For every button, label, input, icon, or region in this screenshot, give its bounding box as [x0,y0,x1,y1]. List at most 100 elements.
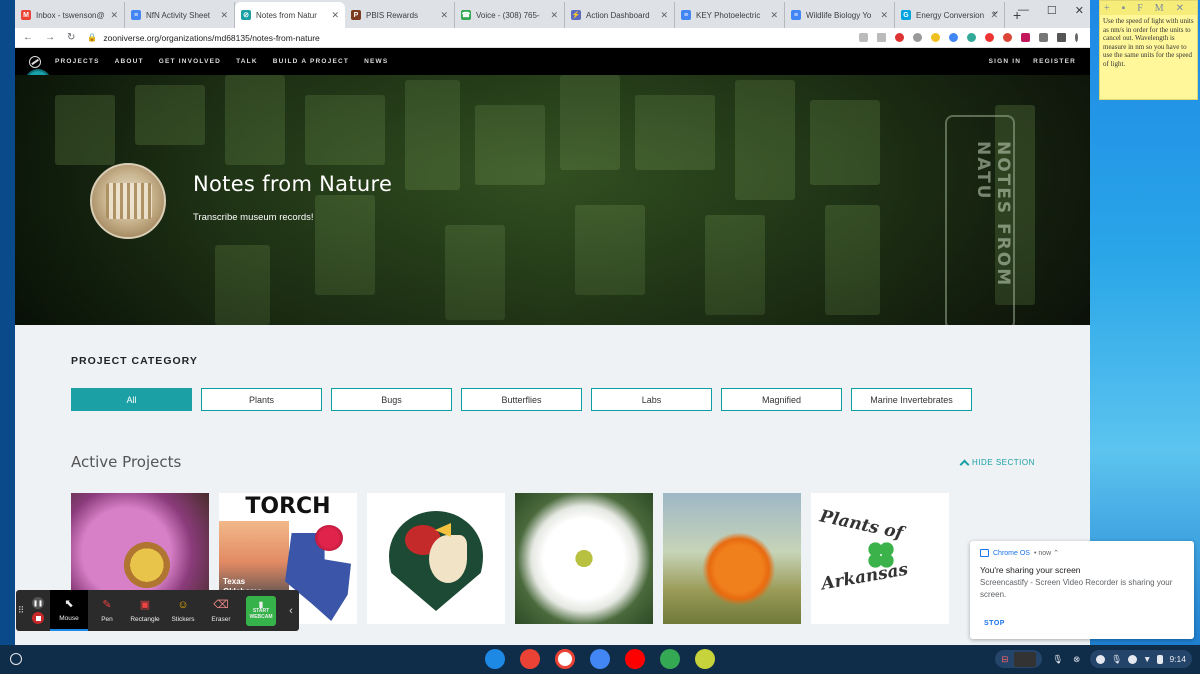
tool-pen[interactable]: ✎ Pen [88,590,126,631]
close-window-icon[interactable]: ✕ [1075,4,1084,17]
browser-tab[interactable]: ≡ NfN Activity Sheet ✕ [125,2,235,28]
screen-capture-pill[interactable]: ⊟ [995,650,1043,668]
screencastify-toolbar: ⠿ ❚❚ ⬉ Mouse ✎ Pen ▣ Rectangle ☺ Sticker… [16,590,299,631]
nav-about[interactable]: ABOUT [115,58,144,65]
project-card-bird[interactable] [367,493,505,624]
files-app-icon[interactable] [485,649,505,669]
extension-red-icon[interactable] [895,33,905,42]
register-link[interactable]: REGISTER [1033,58,1076,65]
browser-tab[interactable]: G Energy Conversion ✕ [895,2,1005,28]
add-note-icon[interactable]: + [1104,3,1110,14]
zooniverse-logo-icon[interactable] [29,55,41,68]
nav-news[interactable]: NEWS [364,58,388,65]
pause-icon[interactable]: ❚❚ [32,597,44,609]
address-bar[interactable]: 🔒 zooniverse.org/organizations/md68135/n… [87,30,847,46]
filter-marine-invertebrates[interactable]: Marine Invertebrates [851,388,972,411]
reload-icon[interactable]: ↻ [67,32,75,43]
back-icon[interactable]: ← [23,32,33,43]
stop-sharing-button[interactable]: STOP [984,620,1005,627]
hide-section-button[interactable]: HIDE SECTION [959,457,1035,470]
filter-labs[interactable]: Labs [591,388,712,411]
menu-icon[interactable] [1075,33,1079,42]
nav-talk[interactable]: TALK [236,58,258,65]
filter-magnified[interactable]: Magnified [721,388,842,411]
extension-chrome-icon[interactable] [1003,33,1013,42]
start-webcam-button[interactable]: ▮ START WEBCAM [246,595,276,626]
extension-yellow-icon[interactable] [931,33,941,42]
hero-banner: Notes from Nature Transcribe museum reco… [15,75,1090,325]
note-format-icon[interactable]: F [1137,3,1143,14]
tool-mouse[interactable]: ⬉ Mouse [50,590,88,631]
extension-gray-icon[interactable] [913,33,923,42]
nav-projects[interactable]: PROJECTS [55,58,100,65]
launcher-icon[interactable] [10,653,22,665]
gmail-app-icon[interactable] [555,649,575,669]
docs-app-icon[interactable] [590,649,610,669]
side-panel-icon[interactable] [1057,33,1067,42]
close-tab-icon[interactable]: ✕ [440,10,448,21]
filter-bugs[interactable]: Bugs [331,388,452,411]
maximize-icon[interactable]: ☐ [1047,4,1057,17]
play-store-app-icon[interactable] [660,649,680,669]
close-tab-icon[interactable]: ✕ [770,10,778,21]
chrome-app-icon[interactable] [520,649,540,669]
youtube-app-icon[interactable] [625,649,645,669]
close-tab-icon[interactable]: ✕ [110,10,118,21]
close-tab-icon[interactable]: ✕ [220,10,228,21]
browser-tab[interactable]: P PBIS Rewards ✕ [345,2,455,28]
close-tab-icon[interactable]: ✕ [331,10,339,21]
microphone-icon[interactable]: 🎙 [1052,654,1063,665]
close-tab-icon[interactable]: ✕ [550,10,558,21]
tool-stickers-label: Stickers [171,616,195,623]
recording-controls: ❚❚ [26,597,50,624]
browser-tab[interactable]: ≡ KEY Photoelectric ✕ [675,2,785,28]
share-icon[interactable] [859,33,869,42]
minimize-icon[interactable]: — [1018,4,1029,17]
sticky-note[interactable]: + ▪ F M ✕ Use the speed of light with un… [1099,0,1198,100]
collapse-toolbar-icon[interactable]: ‹ [283,605,299,617]
filter-all[interactable]: All [71,388,192,411]
do-not-disturb-icon[interactable]: ⊗ [1073,654,1080,665]
notification-time[interactable]: • now ⌃ [1034,549,1059,557]
project-card-plants-of-arkansas[interactable]: Plants of Arkansas [811,493,949,624]
project-card-poppy[interactable] [663,493,801,624]
browser-toolbar: ← → ↻ 🔒 zooniverse.org/organizations/md6… [15,28,1090,48]
quick-settings[interactable]: 🎙 ▼ 9:14 [1090,650,1192,668]
stop-recording-icon[interactable] [32,612,44,624]
tab-title: Voice - (308) 765- [476,10,540,20]
nav-build-a-project[interactable]: BUILD A PROJECT [273,58,349,65]
browser-tab[interactable]: ⚡ Action Dashboard ✕ [565,2,675,28]
note-color-icon[interactable]: ▪ [1122,3,1126,14]
close-tab-icon[interactable]: ✕ [880,10,888,21]
sign-in-link[interactable]: SIGN IN [989,58,1022,65]
drag-handle-icon[interactable]: ⠿ [16,605,26,616]
browser-tab[interactable]: ≡ Wildlife Biology Yo ✕ [785,2,895,28]
extension-google-icon[interactable] [949,33,959,42]
browser-tab[interactable]: M Inbox - tswenson@ ✕ [15,2,125,28]
star-icon[interactable] [877,33,887,42]
extension-m-icon[interactable] [1021,33,1031,42]
browser-tab[interactable]: ⊘ Notes from Natur ✕ [235,2,345,28]
close-tab-icon[interactable]: ✕ [660,10,668,21]
tool-eraser[interactable]: ⌫ Eraser [202,590,240,631]
close-note-icon[interactable]: ✕ [1176,3,1184,14]
filter-butterflies[interactable]: Butterflies [461,388,582,411]
tool-rectangle[interactable]: ▣ Rectangle [126,590,164,631]
note-menu-icon[interactable]: M [1155,3,1164,14]
project-card-dogwood[interactable] [515,493,653,624]
filter-plants[interactable]: Plants [201,388,322,411]
classroom-app-icon[interactable] [695,649,715,669]
capture-thumbnail [1014,651,1037,667]
sticky-note-text[interactable]: Use the speed of light with units as nm/… [1100,15,1197,71]
forward-icon[interactable]: → [45,32,55,43]
extension-green-icon[interactable] [967,33,977,42]
nav-get-involved[interactable]: GET INVOLVED [159,58,221,65]
mic-status-icon: 🎙 [1111,653,1123,664]
browser-tab[interactable]: ☎ Voice - (308) 765- ✕ [455,2,565,28]
tab-favicon-icon: ≡ [791,10,801,20]
extension-screencastify-icon[interactable] [985,33,995,42]
chromeos-shelf: ⊟ 🎙 ⊗ 🎙 ▼ 9:14 [0,645,1200,674]
tool-stickers[interactable]: ☺ Stickers [164,590,202,631]
extensions-puzzle-icon[interactable] [1039,33,1049,42]
tab-search-icon[interactable]: ⌄ [991,4,1000,17]
